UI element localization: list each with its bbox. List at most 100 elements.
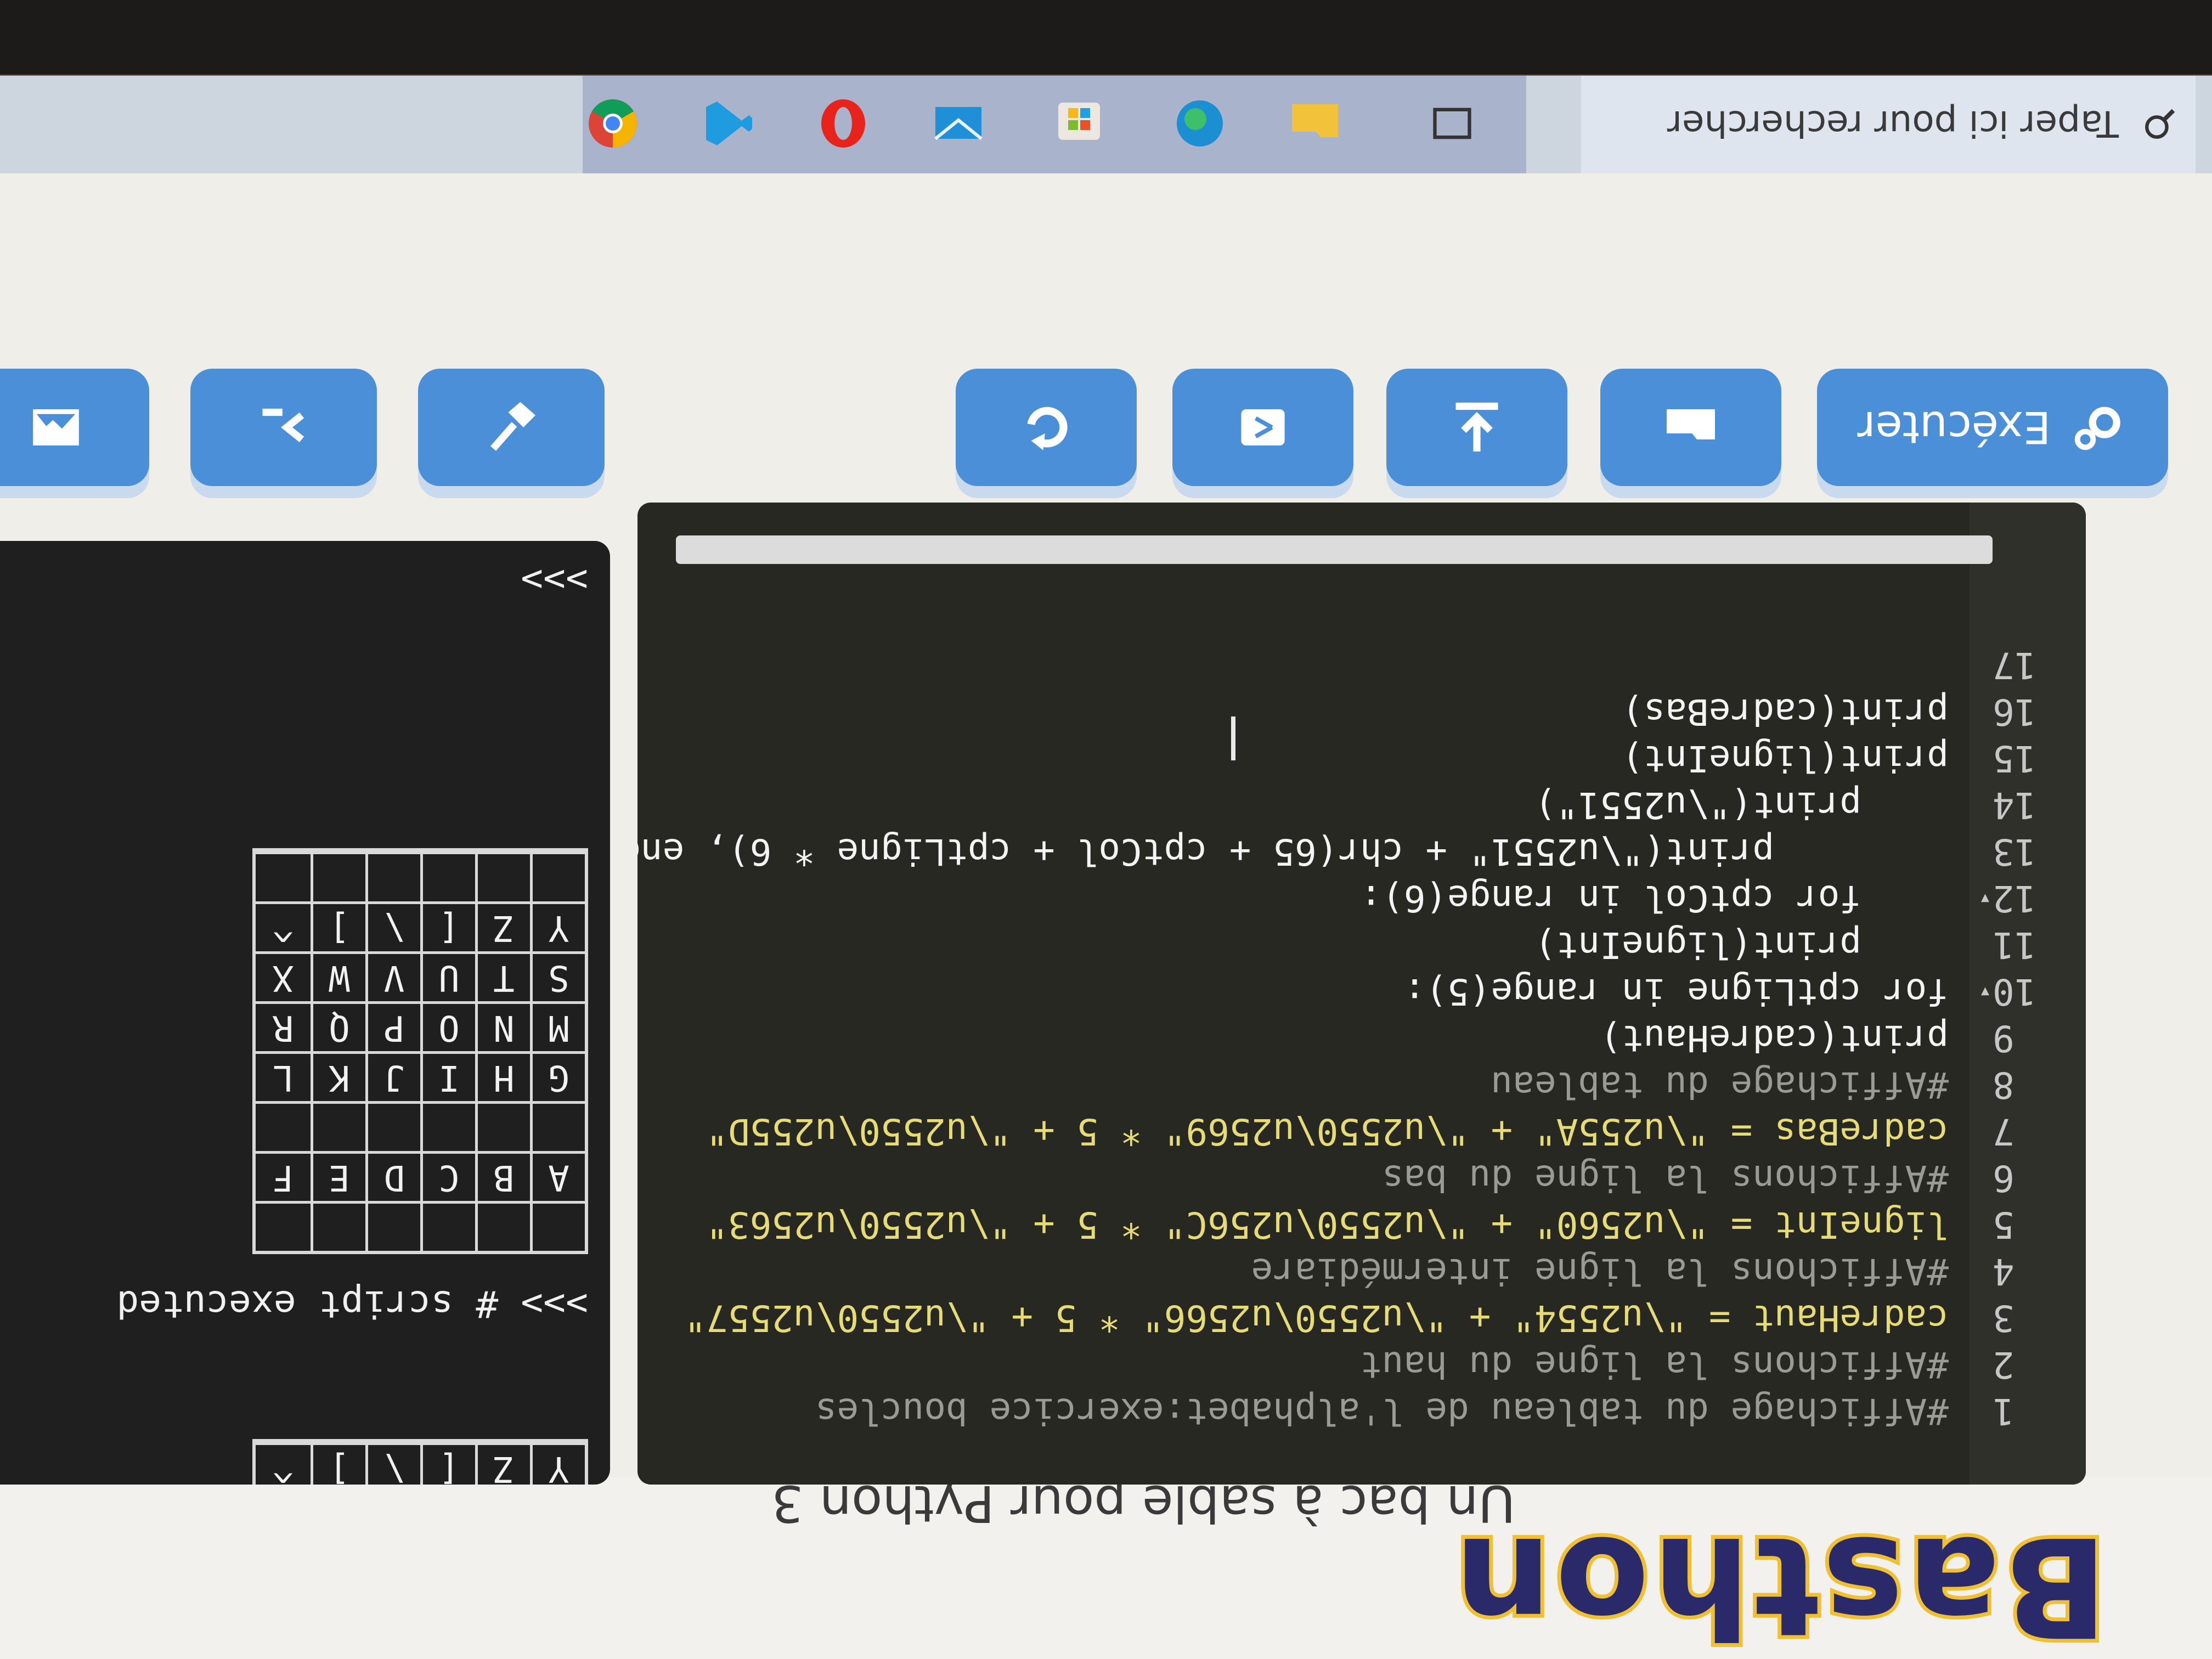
- fold-arrow-icon[interactable]: ▾: [1981, 889, 1989, 909]
- line-number: 6: [1993, 1157, 2015, 1199]
- taskbar-search[interactable]: Taper ici pour rechercher: [1581, 75, 2196, 173]
- python-console[interactable]: Y Z [ \ ] ^ >>> # script executed A B C …: [0, 541, 610, 1485]
- code-line: cadreBas = "\u255A" + "\u2550\u2569" * 5…: [706, 1110, 1949, 1153]
- code-line: print(cadreHaut): [1600, 1017, 1949, 1059]
- grid-cell: X: [256, 951, 311, 1001]
- code-line: print(ligneInt): [1621, 737, 1949, 780]
- grid-cell: D: [365, 1151, 420, 1201]
- grid-cell: I: [420, 1051, 475, 1101]
- code-line: print(cadreBas): [1621, 691, 1949, 733]
- grid-cell: Z: [475, 901, 530, 951]
- grid-cell: R: [256, 1001, 311, 1051]
- console-grid-partial: Y Z [ \ ] ^: [252, 1439, 588, 1485]
- grid-cell: G: [530, 1051, 585, 1101]
- grid-cell: ^: [256, 901, 311, 951]
- horizontal-scrollbar[interactable]: [676, 535, 1993, 564]
- vscode-icon[interactable]: [698, 93, 758, 154]
- grid-cell: J: [365, 1051, 420, 1101]
- line-number: 13: [1993, 831, 2036, 873]
- code-editor[interactable]: 1 2 3 4 5 6 7 8 9 10 11 12 13 14 15 16 1…: [637, 503, 2086, 1485]
- folder-icon: [1667, 409, 1715, 439]
- image-button[interactable]: [0, 369, 149, 486]
- grid-cell: A: [530, 1151, 585, 1201]
- line-number: 3: [1993, 1297, 2015, 1339]
- download-icon: [1455, 402, 1498, 452]
- open-file-button[interactable]: [1600, 369, 1781, 486]
- code-line: #Affichage du tableau de l'alphabet:exer…: [815, 1390, 1949, 1432]
- grid-cell: ]: [311, 901, 365, 951]
- terminal-icon: [262, 408, 304, 443]
- grid-cell: U: [420, 951, 475, 1001]
- grid-cell: T: [475, 951, 530, 1001]
- taskbar-apps: [583, 75, 1526, 173]
- grid-cell: S: [530, 951, 585, 1001]
- refresh-icon: [1027, 407, 1068, 450]
- grid-cell: [: [420, 901, 475, 951]
- code-line: #Affichons la ligne intermédiare: [1251, 1250, 1949, 1293]
- code-line: #Affichons la ligne du bas: [1381, 1157, 1949, 1199]
- clean-button[interactable]: [418, 369, 605, 486]
- line-number: 7: [1993, 1110, 2015, 1153]
- grid-cell: O: [420, 1001, 475, 1051]
- grid-cell: L: [256, 1051, 311, 1101]
- line-number: 11: [1993, 924, 2036, 966]
- grid-cell: K: [311, 1051, 365, 1101]
- share-icon: [1241, 409, 1285, 445]
- broom-icon: [490, 402, 535, 451]
- grid-cell: N: [475, 1001, 530, 1051]
- line-number: 15: [1993, 737, 2036, 780]
- line-number: 4: [1993, 1250, 2015, 1293]
- line-number: 2: [1993, 1344, 2015, 1386]
- console-prompt: >>> # script executed: [116, 1282, 588, 1325]
- screen: Basthon Un bac à sable pour Python 3 1 2…: [0, 0, 2212, 1659]
- code-line: #Affichons la ligne du haut: [1360, 1344, 1949, 1386]
- store-icon[interactable]: [1049, 93, 1109, 154]
- line-number: 17: [1993, 644, 2036, 686]
- text-cursor: [1231, 716, 1235, 760]
- grid-cell: ^: [256, 1442, 311, 1485]
- fold-arrow-icon[interactable]: ▾: [1981, 983, 1989, 1002]
- code-line: ligneInt = "\u2560" + "\u2550\u256C" * 5…: [706, 1204, 1949, 1246]
- grid-cell: Q: [311, 1001, 365, 1051]
- line-number: 14: [1993, 784, 2036, 826]
- basthon-logo: Basthon: [1447, 1503, 2112, 1659]
- code-line: print(ligneInt): [1534, 924, 1949, 966]
- edge-icon[interactable]: [1170, 93, 1230, 154]
- grid-cell: C: [420, 1151, 475, 1201]
- share-button[interactable]: [1172, 369, 1353, 486]
- grid-cell: Y: [530, 901, 585, 951]
- search-placeholder: Taper ici pour rechercher: [1667, 103, 2119, 145]
- code-line: cadreHaut = "\u2554" + "\u2550\u2566" * …: [684, 1297, 1949, 1339]
- download-button[interactable]: [1386, 369, 1567, 486]
- line-number: 10: [1993, 970, 2036, 1013]
- line-number: 1: [1993, 1390, 2015, 1432]
- grid-cell: ]: [311, 1442, 365, 1485]
- chrome-icon[interactable]: [583, 93, 643, 154]
- gears-icon: [2075, 407, 2121, 450]
- grid-cell: V: [365, 951, 420, 1001]
- grid-cell: M: [530, 1001, 585, 1051]
- grid-cell: \: [365, 901, 420, 951]
- code-line: print("\u2551" + chr(65 + cptCol + cptLi…: [637, 831, 1949, 873]
- search-icon: [2145, 109, 2175, 139]
- windows-taskbar: Taper ici pour rechercher: [0, 75, 2212, 173]
- grid-cell: Z: [475, 1442, 530, 1485]
- opera-icon[interactable]: [813, 93, 873, 154]
- file-explorer-icon[interactable]: [1285, 93, 1345, 154]
- line-number: 5: [1993, 1204, 2015, 1246]
- console-prompt[interactable]: >>>: [521, 558, 588, 601]
- reload-button[interactable]: [956, 369, 1137, 486]
- run-button-label: Exécuter: [1857, 402, 2051, 453]
- grid-cell: P: [365, 1001, 420, 1051]
- line-number: 9: [1993, 1017, 2015, 1059]
- terminal-button[interactable]: [190, 369, 377, 486]
- monitor-bezel: [0, 0, 2212, 75]
- grid-cell: B: [475, 1151, 530, 1201]
- grid-cell: E: [311, 1151, 365, 1201]
- grid-cell: \: [365, 1442, 420, 1485]
- mail-icon[interactable]: [928, 93, 989, 154]
- line-number: 8: [1993, 1064, 2015, 1106]
- run-button[interactable]: Exécuter: [1817, 369, 2168, 486]
- grid-cell: W: [311, 951, 365, 1001]
- task-view-icon[interactable]: [1422, 93, 1482, 154]
